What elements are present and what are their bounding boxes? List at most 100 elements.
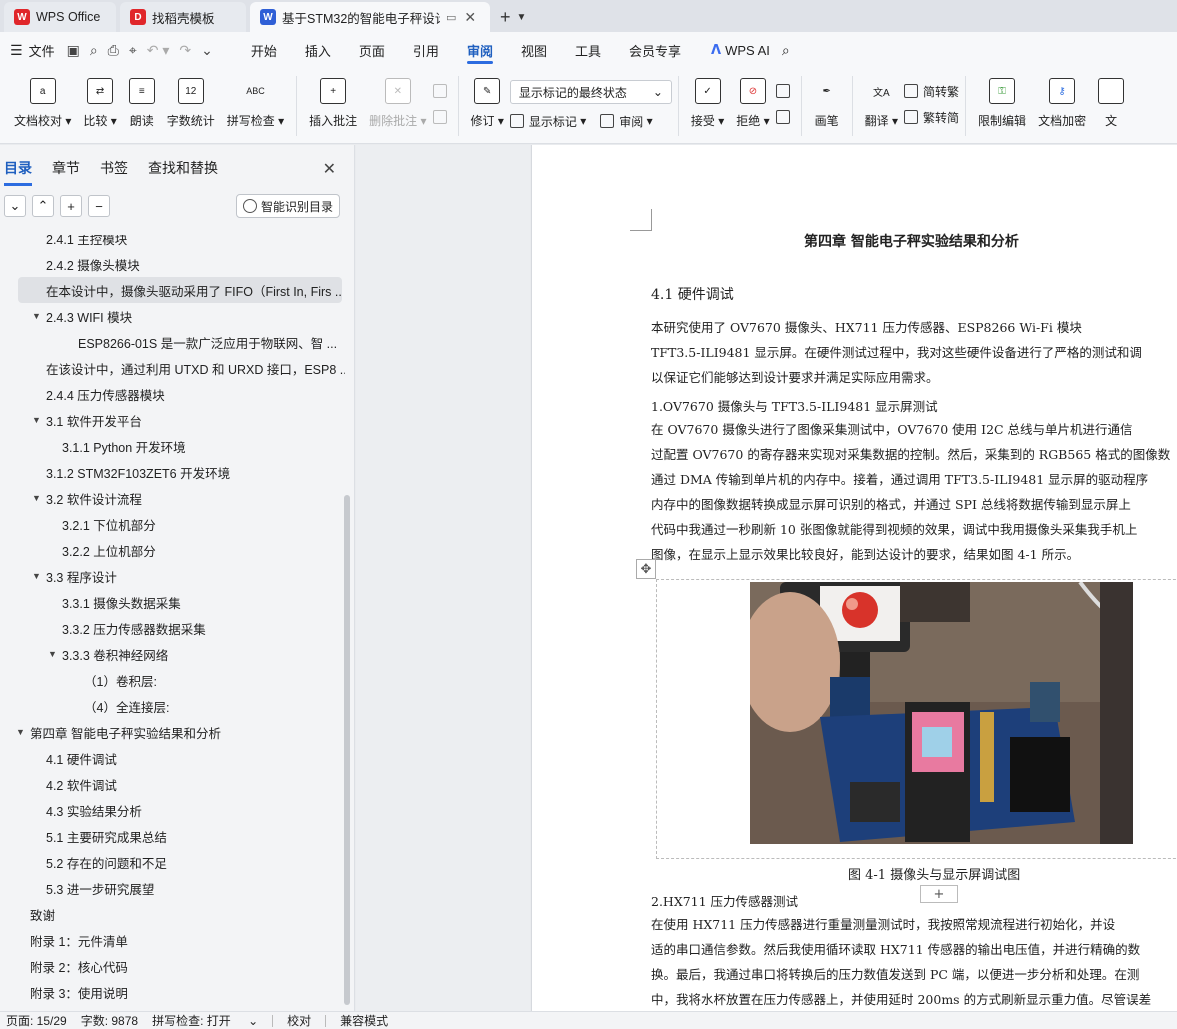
toc-item[interactable]: ▼ 3.3 程序设计 [0, 563, 345, 589]
toc-item[interactable]: ESP8266-01S 是一款广泛应用于物联网、智 ... [0, 329, 345, 355]
more-chevron-icon[interactable]: ⌄ [201, 42, 213, 59]
toc-item[interactable]: 附录 1：元件清单 [0, 927, 345, 953]
prev-comment-icon[interactable] [432, 78, 452, 104]
smart-toc-button[interactable]: 智能识别目录 [235, 194, 340, 218]
remove-icon[interactable]: − [88, 195, 110, 217]
markup-select[interactable]: 显示标记的最终状态 ⌄ [509, 80, 672, 104]
toc-item[interactable]: 3.3.2 压力传感器数据采集 [0, 615, 345, 641]
toc-item[interactable]: ▼ 第四章 智能电子秤实验结果和分析 [0, 719, 345, 745]
toc-item[interactable]: 附录 3：使用说明 [0, 979, 345, 1005]
expand-caret-icon[interactable]: ▼ [32, 311, 41, 321]
toc-item[interactable]: 3.2.1 下位机部分 [0, 511, 345, 537]
delete-comment-button[interactable]: ✕ 删除批注 ▾ [363, 68, 432, 144]
toc-item[interactable]: 3.3.1 摄像头数据采集 [0, 589, 345, 615]
spell-check-button[interactable]: ABC 拼写检查 ▾ [221, 68, 290, 144]
toc-item[interactable]: 2.4.4 压力传感器模块 [0, 381, 345, 407]
toc-item[interactable]: ▼ 2.4.3 WIFI 模块 [0, 303, 345, 329]
word-count-button[interactable]: 12 字数统计 [161, 68, 221, 144]
review-pane-button[interactable]: 审阅 ▾ [600, 108, 653, 134]
document-page[interactable]: 第四章 智能电子秤实验结果和分析 4.1 硬件调试 本研究使用了 OV7670 … [531, 145, 1177, 1011]
monitor-icon[interactable]: ▭ [446, 11, 456, 24]
file-menu[interactable]: ☰ 文件 [0, 41, 55, 60]
doc-more-button[interactable]: 文 [1092, 68, 1125, 144]
print-preview-icon[interactable]: ⌖ [129, 42, 137, 59]
tab-bookmark[interactable]: 书签 [100, 154, 128, 182]
toc-item[interactable]: 在本设计中，摄像头驱动采用了 FIFO（First In, Firs ... [18, 277, 342, 303]
wps-ai-button[interactable]: ᐱ WPS AI ⌕ [711, 42, 790, 59]
tab-chapter[interactable]: 章节 [52, 154, 80, 182]
compare-button[interactable]: ⇄ 比较 ▾ [77, 68, 122, 144]
add-icon[interactable]: + [60, 195, 82, 217]
expand-caret-icon[interactable]: ▼ [32, 571, 41, 581]
panel-scrollbar[interactable] [344, 495, 350, 1005]
new-tab-button[interactable]: + ▼ [500, 2, 526, 32]
move-handle-icon[interactable]: ✥ [636, 559, 656, 579]
toc-item[interactable]: 5.1 主要研究成果总结 [0, 823, 345, 849]
next-change-icon[interactable] [775, 104, 795, 130]
toc-item[interactable]: 2.4.2 摄像头模块 [0, 251, 345, 277]
toc-item[interactable]: （1）卷积层: [0, 667, 345, 693]
menu-page[interactable]: 页面 [345, 32, 399, 68]
expand-caret-icon[interactable]: ▼ [32, 493, 41, 503]
word-count-indicator[interactable]: 字数: 9878 [81, 1012, 138, 1029]
figure-photo[interactable] [750, 582, 1133, 844]
collapse-up-icon[interactable]: ⌃ [32, 195, 54, 217]
close-panel-icon[interactable]: ✕ [323, 159, 336, 179]
tab-wps-office[interactable]: W WPS Office [4, 2, 116, 32]
tab-find-replace[interactable]: 查找和替换 [148, 154, 218, 182]
menu-insert[interactable]: 插入 [291, 32, 345, 68]
tab-toc[interactable]: 目录 [4, 154, 32, 186]
show-markup-button[interactable]: 显示标记 ▾ [509, 108, 586, 134]
toc-item[interactable]: 2.4.1 主控模块 [0, 235, 345, 251]
add-row-button[interactable]: + [920, 885, 958, 903]
menu-review[interactable]: 审阅 [453, 32, 507, 68]
prev-change-icon[interactable] [775, 78, 795, 104]
menu-home[interactable]: 开始 [237, 32, 291, 68]
pen-button[interactable]: ✒ 画笔 [808, 68, 846, 144]
toc-item[interactable]: 3.1.1 Python 开发环境 [0, 433, 345, 459]
toc-item[interactable]: 在该设计中，通过利用 UTXD 和 URXD 接口，ESP8 ... [0, 355, 345, 381]
expand-caret-icon[interactable]: ▼ [16, 727, 25, 737]
save-icon[interactable]: ▣ [67, 42, 80, 59]
toc-item[interactable]: 3.2.2 上位机部分 [0, 537, 345, 563]
spell-check-indicator[interactable]: 拼写检查: 打开 ⌄ [152, 1012, 258, 1029]
share-icon[interactable]: ⌕ [90, 42, 98, 59]
tab-document[interactable]: W 基于STM32的智能电子秤设计 ▭ ✕ [250, 2, 490, 32]
chevron-down-icon[interactable]: ▼ [517, 12, 527, 23]
insert-comment-button[interactable]: + 插入批注 [303, 68, 363, 144]
toc-item[interactable]: ▼ 3.3.3 卷积神经网络 [0, 641, 345, 667]
menu-member[interactable]: 会员专享 [615, 32, 695, 68]
undo-icon[interactable]: ↶ ▾ [147, 42, 170, 59]
menu-reference[interactable]: 引用 [399, 32, 453, 68]
toc-item[interactable]: 4.3 实验结果分析 [0, 797, 345, 823]
reject-button[interactable]: ⊘ 拒绝 ▾ [730, 68, 775, 144]
tab-template[interactable]: D 找稻壳模板 [120, 2, 246, 32]
expand-caret-icon[interactable]: ▼ [32, 415, 41, 425]
toc-item[interactable]: ▼ 3.2 软件设计流程 [0, 485, 345, 511]
to-traditional-button[interactable]: 简转繁 [904, 78, 959, 104]
to-simplified-button[interactable]: 繁转简 [904, 104, 959, 130]
menu-view[interactable]: 视图 [507, 32, 561, 68]
restrict-edit-button[interactable]: ⚿ 限制编辑 [972, 68, 1032, 144]
read-aloud-button[interactable]: ≡ 朗读 [123, 68, 161, 144]
toc-item[interactable]: 4.1 硬件调试 [0, 745, 345, 771]
close-tab-icon[interactable]: ✕ [464, 9, 476, 26]
toc-item[interactable]: 3.1.2 STM32F103ZET6 开发环境 [0, 459, 345, 485]
doc-check-button[interactable]: a 文档校对 ▾ [8, 68, 77, 144]
proof-indicator[interactable]: 校对 [287, 1012, 311, 1029]
next-comment-icon[interactable] [432, 104, 452, 130]
toc-item[interactable]: 5.3 进一步研究展望 [0, 875, 345, 901]
toc-item[interactable]: （4）全连接层: [0, 693, 345, 719]
search-icon[interactable]: ⌕ [782, 42, 790, 59]
print-icon[interactable]: ⎙ [108, 42, 119, 59]
toc-item[interactable]: 致谢 [0, 901, 345, 927]
toc-item[interactable]: 附录 2：核心代码 [0, 953, 345, 979]
redo-icon[interactable]: ↷ [179, 42, 191, 59]
revise-button[interactable]: ✎ 修订 ▾ [465, 68, 510, 144]
toc-item[interactable]: 5.2 存在的问题和不足 [0, 849, 345, 875]
expand-caret-icon[interactable]: ▼ [48, 649, 57, 659]
toc-item[interactable]: 4.2 软件调试 [0, 771, 345, 797]
page-indicator[interactable]: 页面: 15/29 [6, 1012, 67, 1029]
translate-button[interactable]: 文A 翻译 ▾ [859, 68, 904, 144]
accept-button[interactable]: ✓ 接受 ▾ [685, 68, 730, 144]
